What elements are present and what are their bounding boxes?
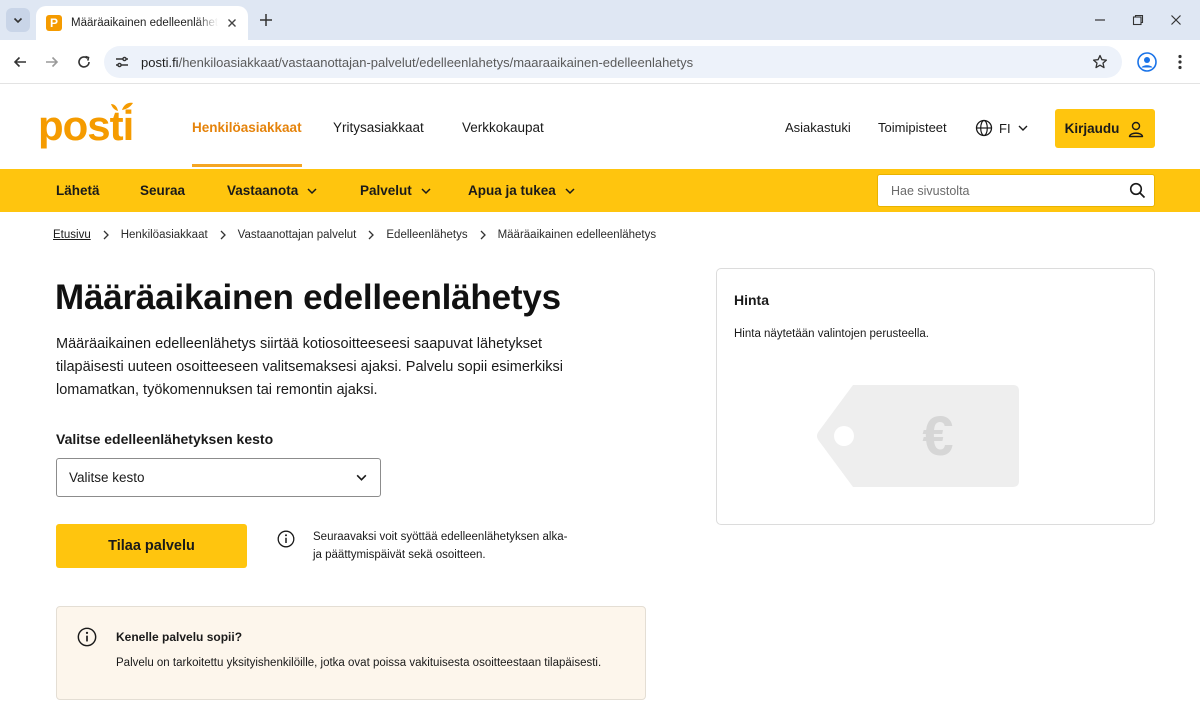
language-selector[interactable]: FI xyxy=(975,118,1029,138)
lead-paragraph: Määräaikainen edelleenlähetys siirtää ko… xyxy=(56,336,563,398)
minimize-icon[interactable] xyxy=(1090,10,1110,30)
svg-text:posti: posti xyxy=(38,102,133,149)
info-icon xyxy=(277,530,295,548)
posti-favicon-icon: P xyxy=(46,15,62,31)
price-tag-icon: € xyxy=(817,385,1019,487)
nav-verkkokaupat[interactable]: Verkkokaupat xyxy=(462,85,544,169)
bookmark-star-icon[interactable] xyxy=(1090,52,1110,72)
subnav-laheta[interactable]: Lähetä xyxy=(56,169,100,212)
next-step-hint: Seuraavaksi voit syöttää edelleenlähetyk… xyxy=(313,531,568,561)
login-button[interactable]: Kirjaudu xyxy=(1055,109,1155,148)
duration-select[interactable]: Valitse kesto xyxy=(56,458,381,497)
chevron-down-icon xyxy=(565,187,575,194)
posti-logo[interactable]: posti xyxy=(38,100,136,152)
back-arrow-icon[interactable] xyxy=(10,52,30,72)
order-service-button[interactable]: Tilaa palvelu xyxy=(56,524,247,568)
price-text: Hinta näytetään valintojen perusteella. xyxy=(734,328,929,340)
globe-icon xyxy=(975,119,993,137)
breadcrumb-edelleenlahetys[interactable]: Edelleenlähetys xyxy=(386,229,467,241)
search-button[interactable] xyxy=(1120,174,1154,207)
site-search-input[interactable] xyxy=(878,175,1120,206)
subnav-apua-ja-tukea[interactable]: Apua ja tukea xyxy=(468,169,576,212)
svg-text:€: € xyxy=(922,404,953,467)
duration-label: Valitse edelleenlähetyksen kesto xyxy=(56,431,274,447)
site-search-box xyxy=(877,174,1155,207)
site-settings-icon[interactable] xyxy=(112,52,132,72)
login-label: Kirjaudu xyxy=(1064,121,1120,136)
chevron-down-icon xyxy=(307,187,317,194)
target-audience-infobox: Kenelle palvelu sopii? Palvelu on tarkoi… xyxy=(56,606,646,700)
browser-tab-active[interactable]: P Määräaikainen edelleenlähetys – Posti xyxy=(36,6,248,40)
breadcrumb: Etusivu Henkilöasiakkaat Vastaanottajan … xyxy=(53,227,656,243)
page-title: Määräaikainen edelleenlähetys xyxy=(55,278,561,317)
browser-tabstrip: P Määräaikainen edelleenlähetys – Posti xyxy=(0,0,1200,40)
breadcrumb-etusivu[interactable]: Etusivu xyxy=(53,229,91,241)
address-bar[interactable]: posti.fi/henkiloasiakkaat/vastaanottajan… xyxy=(104,46,1122,78)
tab-close-icon[interactable] xyxy=(224,15,240,31)
duration-selected-value: Valitse kesto xyxy=(69,470,145,485)
chevron-right-icon xyxy=(367,230,375,240)
chevron-down-icon xyxy=(356,474,367,481)
chevron-down-icon xyxy=(13,17,23,24)
search-icon xyxy=(1129,182,1145,199)
infobox-text: Palvelu on tarkoitettu yksityishenkilöil… xyxy=(116,657,602,669)
browser-toolbar: posti.fi/henkiloasiakkaat/vastaanottajan… xyxy=(0,40,1200,84)
chevron-down-icon xyxy=(421,187,431,194)
browser-menu-icon[interactable] xyxy=(1170,52,1190,72)
user-icon xyxy=(1129,121,1144,137)
new-tab-plus-icon[interactable] xyxy=(256,10,276,30)
breadcrumb-vastaanottajan-palvelut[interactable]: Vastaanottajan palvelut xyxy=(238,229,357,241)
site-header: posti Henkilöasiakkaat Yritysasiakkaat V… xyxy=(0,85,1200,169)
chevron-right-icon xyxy=(102,230,110,240)
url-text: posti.fi/henkiloasiakkaat/vastaanottajan… xyxy=(141,54,694,70)
chevron-right-icon xyxy=(219,230,227,240)
nav-henkiloasiakkaat[interactable]: Henkilöasiakkaat xyxy=(192,85,302,169)
customer-support-link[interactable]: Asiakastuki xyxy=(785,85,851,169)
subnav-seuraa[interactable]: Seuraa xyxy=(140,169,185,212)
sub-navigation: Lähetä Seuraa Vastaanota Palvelut Apua j… xyxy=(0,169,1200,212)
breadcrumb-current: Määräaikainen edelleenlähetys xyxy=(497,229,657,241)
profile-avatar-icon[interactable] xyxy=(1136,51,1158,73)
price-title: Hinta xyxy=(734,292,769,308)
chevron-right-icon xyxy=(479,230,487,240)
chevron-down-icon xyxy=(1018,125,1028,131)
subnav-vastaanota[interactable]: Vastaanota xyxy=(227,169,318,212)
language-label: FI xyxy=(999,120,1011,136)
infobox-title: Kenelle palvelu sopii? xyxy=(116,630,243,644)
tab-title: Määräaikainen edelleenlähetys – Posti xyxy=(71,17,218,29)
forward-arrow-icon[interactable] xyxy=(42,52,62,72)
info-icon xyxy=(77,627,97,647)
reload-icon[interactable] xyxy=(74,52,94,72)
nav-yritysasiakkaat[interactable]: Yritysasiakkaat xyxy=(333,85,424,169)
restore-icon[interactable] xyxy=(1128,10,1148,30)
tab-search-button[interactable] xyxy=(6,8,30,32)
close-window-icon[interactable] xyxy=(1166,10,1186,30)
subnav-palvelut[interactable]: Palvelut xyxy=(360,169,432,212)
locations-link[interactable]: Toimipisteet xyxy=(878,85,947,169)
price-card: Hinta Hinta näytetään valintojen peruste… xyxy=(716,268,1155,525)
breadcrumb-henkiloasiakkaat[interactable]: Henkilöasiakkaat xyxy=(121,229,208,241)
